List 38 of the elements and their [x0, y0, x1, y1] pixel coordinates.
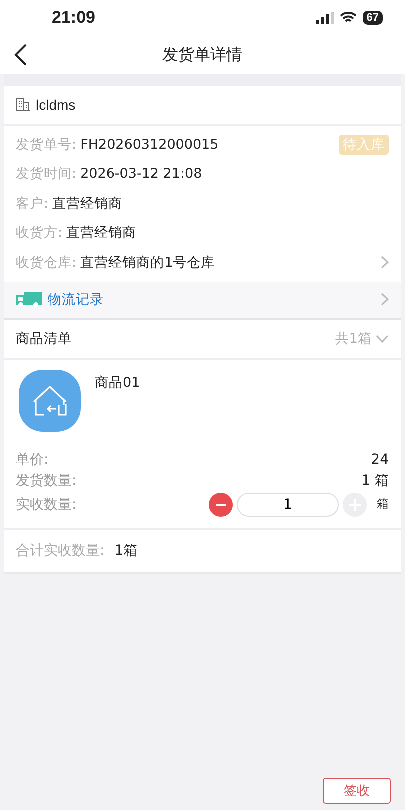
decrease-button[interactable]	[209, 492, 233, 516]
product-name: 商品01	[95, 374, 140, 392]
goods-count: 共1箱	[335, 330, 372, 348]
back-icon[interactable]	[14, 44, 28, 66]
field-value: FH20260312000015	[80, 136, 220, 153]
quantity-field[interactable]: 1	[237, 492, 339, 516]
field-label: 发货数量:	[16, 472, 77, 490]
field-value: 24	[371, 452, 389, 468]
minus-icon	[216, 502, 226, 506]
company-name: lcldms	[36, 97, 76, 113]
sign-button[interactable]: 签收	[323, 778, 391, 804]
chevron-right-icon	[381, 256, 389, 270]
total-label: 合计实收数量:	[16, 542, 105, 560]
field-value: 直营经销商	[66, 224, 138, 242]
field-label: 发货单号:	[16, 136, 77, 154]
signal-icon	[316, 12, 334, 24]
field-value: 2026-03-12 21:08	[80, 166, 204, 182]
field-value: 直营经销商的1号仓库	[80, 254, 216, 272]
product-icon	[19, 370, 81, 432]
field-label: 收货方:	[16, 224, 63, 242]
total-value: 1箱	[114, 542, 138, 560]
page-title: 发货单详情	[162, 44, 242, 66]
field-value: 1 箱	[362, 472, 389, 490]
field-label: 实收数量:	[16, 496, 77, 514]
unit-label: 箱	[377, 496, 389, 513]
battery-level: 67	[362, 11, 383, 25]
field-label: 发货时间:	[16, 165, 77, 184]
status-time: 21:09	[52, 8, 96, 28]
field-label: 收货仓库:	[16, 254, 77, 272]
truck-icon	[16, 292, 42, 308]
status-badge: 待入库	[339, 134, 389, 155]
section-title: 商品清单	[16, 330, 73, 348]
building-icon	[16, 98, 30, 112]
chevron-right-icon	[381, 293, 389, 306]
field-label: 客户:	[16, 194, 49, 213]
wifi-icon	[340, 12, 357, 24]
field-label: 单价:	[16, 451, 49, 469]
field-value: 直营经销商	[52, 194, 124, 213]
